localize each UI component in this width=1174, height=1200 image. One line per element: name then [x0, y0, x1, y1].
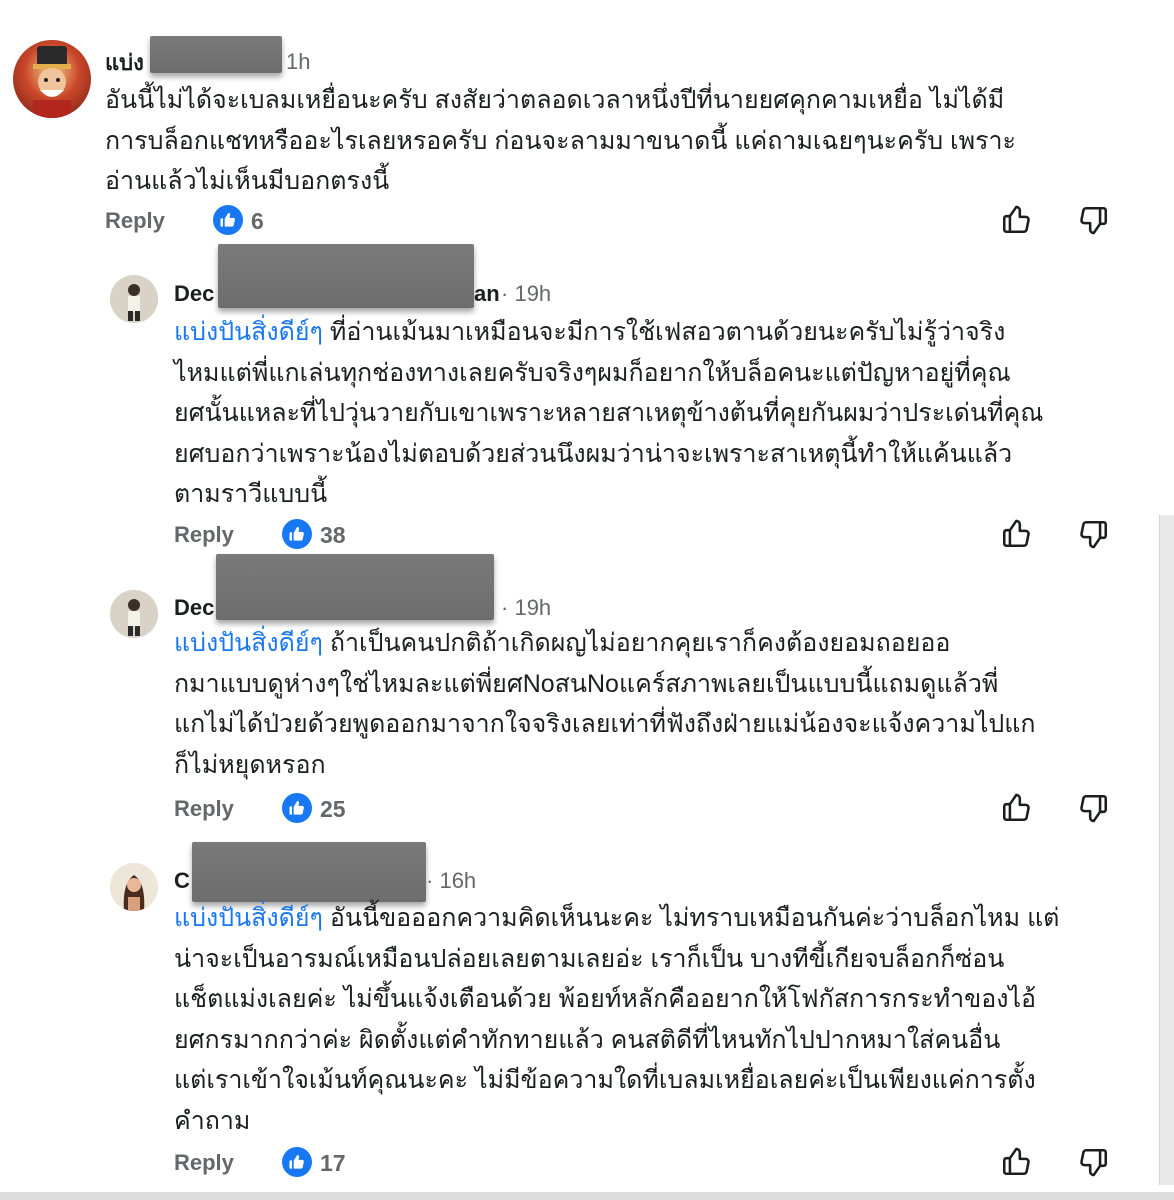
- comment-line: อ่านแล้วไม่เห็นมีบอกตรงนี้: [105, 167, 390, 195]
- comment-time: · 19h: [501, 281, 552, 306]
- person-avatar-icon: [110, 590, 158, 638]
- like-count: 38: [320, 522, 346, 548]
- thumbs-down-outline-icon[interactable]: [1076, 518, 1110, 552]
- person-avatar-icon: [110, 275, 158, 323]
- like-badge-icon: [282, 1147, 312, 1177]
- redacted-name-block: [192, 842, 426, 902]
- comment-body: แบ่งปันสิ่งดีย์ๆ ถ้าเป็นคนปกติถ้าเกิดผญไ…: [174, 623, 1036, 785]
- comment-line: น่าจะเป็นอารมณ์เหมือนปล่อยเลยตามเลยอ่ะ เ…: [174, 944, 1005, 973]
- comment-body: แบ่งปันสิ่งดีย์ๆ อันนี้ขอออกความคิดเห็นน…: [174, 898, 1059, 1141]
- redacted-name-block: [216, 554, 494, 620]
- avatar[interactable]: [13, 40, 91, 118]
- thumbs-up-outline-icon[interactable]: [1000, 202, 1034, 236]
- redacted-name-block: [150, 36, 282, 73]
- like-badge-icon: [282, 519, 312, 549]
- thumbs-up-outline-icon[interactable]: [1000, 1144, 1034, 1178]
- like-count: 25: [320, 796, 346, 822]
- comment-line: ที่อ่านเม้นมาเหมือนจะมีการใช้เฟสอวตานด้ว…: [322, 318, 1006, 346]
- person-avatar-icon: [110, 863, 158, 911]
- comment-time: · 16h: [426, 868, 477, 893]
- like-count: 17: [320, 1150, 346, 1176]
- comment-body: แบ่งปันสิ่งดีย์ๆ ที่อ่านเม้นมาเหมือนจะมี…: [174, 312, 1043, 515]
- reply-button[interactable]: Reply: [174, 796, 234, 822]
- thumbs-up-outline-icon[interactable]: [1000, 516, 1034, 550]
- comment-line: ยศนั้นแหละที่ไปวุ่นวายกับเขาเพราะหลายสาเ…: [174, 399, 1044, 427]
- comment-line: แกไม่ได้ป่วยด้วยพูดออกมาจากใจจริงเลยเท่า…: [174, 710, 1036, 738]
- comment-line: ก็ไม่หยุดหรอก: [174, 750, 326, 779]
- reply-button[interactable]: Reply: [174, 1150, 234, 1176]
- comment-author[interactable]: C: [174, 868, 190, 894]
- bottom-divider: [0, 1192, 1174, 1200]
- comment-line: แต่เราเข้าใจเม้นท์คุณนะคะ ไม่มีข้อความใด…: [174, 1066, 1036, 1094]
- comment-author-tail: an: [474, 281, 500, 306]
- comment-line: อันนี้ไม่ได้จะเบลมเหยื่อนะครับ สงสัยว่าต…: [105, 86, 1005, 114]
- comment-time: 1h: [286, 49, 311, 74]
- comment-author[interactable]: Dec: [174, 281, 214, 307]
- thumbs-down-outline-icon[interactable]: [1076, 204, 1110, 238]
- reply-button[interactable]: Reply: [105, 208, 165, 234]
- comment-line: ยศบอกว่าเพราะน้องไม่ตอบด้วยส่วนนึงผมว่าน…: [174, 439, 1013, 468]
- comment-line: ตามราวีแบบนี้: [174, 480, 328, 508]
- thumbs-up-outline-icon[interactable]: [1000, 790, 1034, 824]
- comment-author[interactable]: แบ่ง: [105, 45, 144, 80]
- comment-author[interactable]: Dec: [174, 595, 214, 621]
- comment-line: คำถาม: [174, 1106, 251, 1135]
- comment-line: ไหมแต่พี่แกเล่นทุกช่องทางเลยครับจริงๆผมก…: [174, 358, 1011, 387]
- comment-time: · 19h: [501, 595, 552, 620]
- comment-line: อันนี้ขอออกความคิดเห็นนะคะ ไม่ทราบเหมือน…: [322, 904, 1060, 932]
- comment-line: แช็ตแม่งเลยค่ะ ไม่ขึ้นแจ้งเตือนด้วย พ้อย…: [174, 985, 1037, 1013]
- avatar[interactable]: [110, 590, 158, 638]
- mention-link[interactable]: แบ่งปันสิ่งดีย์ๆ: [174, 904, 323, 932]
- scrollbar[interactable]: [1159, 515, 1174, 1185]
- comment-line: การบล็อกแชทหรืออะไรเลยหรอครับ ก่อนจะลามม…: [105, 126, 1016, 155]
- mention-link[interactable]: แบ่งปันสิ่งดีย์ๆ: [174, 318, 323, 346]
- like-count: 6: [251, 208, 264, 234]
- reply-button[interactable]: Reply: [174, 522, 234, 548]
- avatar[interactable]: [110, 275, 158, 323]
- like-badge-icon: [213, 205, 243, 235]
- comment-line: กมาแบบดูห่างๆใช่ไหมละแต่พี่ยศNoสนNoแคร์ส…: [174, 669, 999, 698]
- thumbs-down-outline-icon[interactable]: [1076, 792, 1110, 826]
- comment-line: ถ้าเป็นคนปกติถ้าเกิดผญไม่อยากคุยเราก็คงต…: [322, 629, 951, 657]
- thumbs-down-outline-icon[interactable]: [1076, 1146, 1110, 1180]
- nutcracker-avatar-icon: [33, 46, 71, 118]
- comment-line: ยศกรมากกว่าค่ะ ผิดตั้งแต่คำทักทายแล้ว คน…: [174, 1025, 1001, 1054]
- redacted-name-block: [218, 244, 474, 308]
- comment-body: อันนี้ไม่ได้จะเบลมเหยื่อนะครับ สงสัยว่าต…: [105, 80, 1016, 202]
- avatar[interactable]: [110, 863, 158, 911]
- like-badge-icon: [282, 793, 312, 823]
- mention-link[interactable]: แบ่งปันสิ่งดีย์ๆ: [174, 629, 323, 657]
